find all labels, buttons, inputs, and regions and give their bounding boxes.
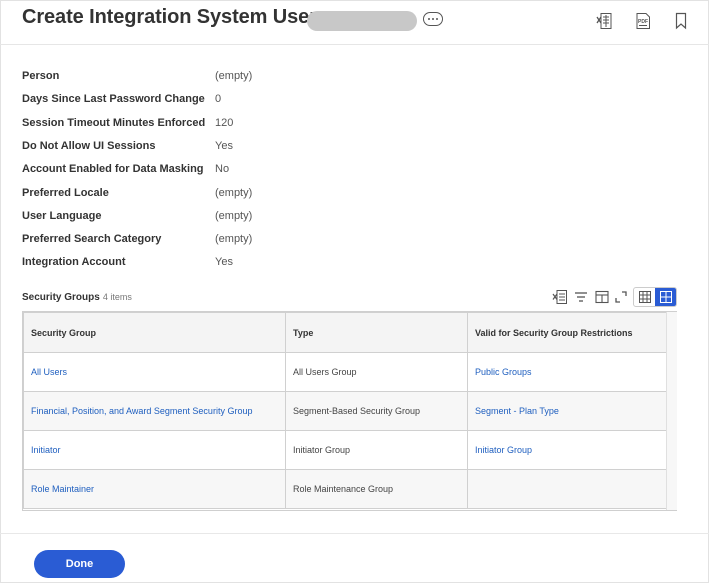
field-label: Days Since Last Password Change (22, 93, 205, 105)
table-cell: Segment-Based Security Group (285, 391, 468, 431)
field-value: Yes (215, 256, 233, 268)
table-row: All Users All Users Group Public Groups (23, 352, 667, 392)
field-value: 0 (215, 93, 222, 105)
column-header-valid-restrictions[interactable]: Valid for Security Group Restrictions (467, 312, 667, 353)
field-label: Integration Account (22, 256, 126, 268)
table-row: Financial, Position, and Award Segment S… (23, 391, 667, 431)
table-view-list-button[interactable] (634, 288, 655, 306)
table-cell: All Users Group (285, 352, 468, 392)
table-header-row: Security Group Type Valid for Security G… (23, 312, 667, 353)
redacted-user-name (307, 11, 417, 31)
field-session-timeout: Session Timeout Minutes Enforced 120 (22, 113, 422, 136)
field-value: (empty) (215, 210, 253, 222)
field-label: Session Timeout Minutes Enforced (22, 117, 206, 129)
security-group-link[interactable]: Initiator (31, 445, 61, 455)
security-group-link[interactable]: Financial, Position, and Award Segment S… (31, 406, 252, 416)
table-columns-icon[interactable] (594, 289, 610, 310)
page-title: Create Integration System User (22, 6, 317, 28)
field-user-language: User Language (empty) (22, 206, 422, 229)
field-value: (empty) (215, 70, 253, 82)
field-value: (empty) (215, 233, 253, 245)
restriction-link[interactable]: Initiator Group (475, 445, 532, 455)
export-to-excel-icon[interactable] (596, 12, 612, 35)
field-label: Do Not Allow UI Sessions (22, 140, 156, 152)
table-view-toggle (633, 287, 677, 307)
field-label: Preferred Search Category (22, 233, 162, 245)
field-label: Person (22, 70, 60, 82)
security-groups-count: 4 items (102, 292, 132, 302)
pdf-icon-label: PDF (638, 19, 648, 25)
table-cell-empty (467, 469, 667, 509)
field-value: (empty) (215, 187, 253, 199)
field-do-not-allow-ui-sessions: Do Not Allow UI Sessions Yes (22, 136, 422, 159)
export-to-pdf-icon[interactable]: PDF (635, 12, 651, 35)
security-group-link[interactable]: All Users (31, 367, 67, 377)
table-grid-icon (638, 291, 651, 303)
grid-view-icon (659, 291, 672, 303)
field-value: No (215, 163, 230, 175)
security-group-link[interactable]: Role Maintainer (31, 484, 94, 494)
table-cell: Initiator Group (285, 430, 468, 470)
field-person: Person (empty) (22, 66, 422, 89)
related-actions-button[interactable] (423, 12, 443, 26)
table-expand-icon[interactable] (614, 289, 628, 310)
security-groups-table: Security Group Type Valid for Security G… (22, 311, 677, 511)
table-view-grid-button[interactable] (655, 288, 676, 306)
field-label: Account Enabled for Data Masking (22, 163, 204, 175)
table-filter-icon[interactable] (573, 289, 589, 310)
restriction-link[interactable]: Public Groups (475, 367, 532, 377)
field-value: Yes (215, 140, 233, 152)
field-label: Preferred Locale (22, 187, 109, 199)
page-header: Create Integration System User PDF (0, 0, 709, 45)
field-data-masking: Account Enabled for Data Masking No (22, 159, 422, 182)
field-integration-account: Integration Account Yes (22, 252, 422, 275)
table-scroll-gutter (666, 312, 677, 510)
footer-divider (0, 533, 709, 534)
security-groups-title: Security Groups (22, 292, 100, 303)
table-export-excel-icon[interactable] (552, 289, 568, 310)
table-row: Role Maintainer Role Maintenance Group (23, 469, 667, 509)
column-header-security-group[interactable]: Security Group (23, 312, 286, 353)
done-button[interactable]: Done (34, 550, 125, 578)
table-cell: Role Maintenance Group (285, 469, 468, 509)
field-days-since-password-change: Days Since Last Password Change 0 (22, 89, 422, 112)
field-value: 120 (215, 117, 234, 129)
table-row: Initiator Initiator Group Initiator Grou… (23, 430, 667, 470)
column-header-type[interactable]: Type (285, 312, 468, 353)
field-label: User Language (22, 210, 102, 222)
bookmark-icon[interactable] (674, 12, 688, 35)
restriction-link[interactable]: Segment - Plan Type (475, 406, 559, 416)
security-groups-heading: Security Groups 4 items (22, 292, 132, 303)
field-preferred-locale: Preferred Locale (empty) (22, 183, 422, 206)
field-preferred-search-category: Preferred Search Category (empty) (22, 229, 422, 252)
